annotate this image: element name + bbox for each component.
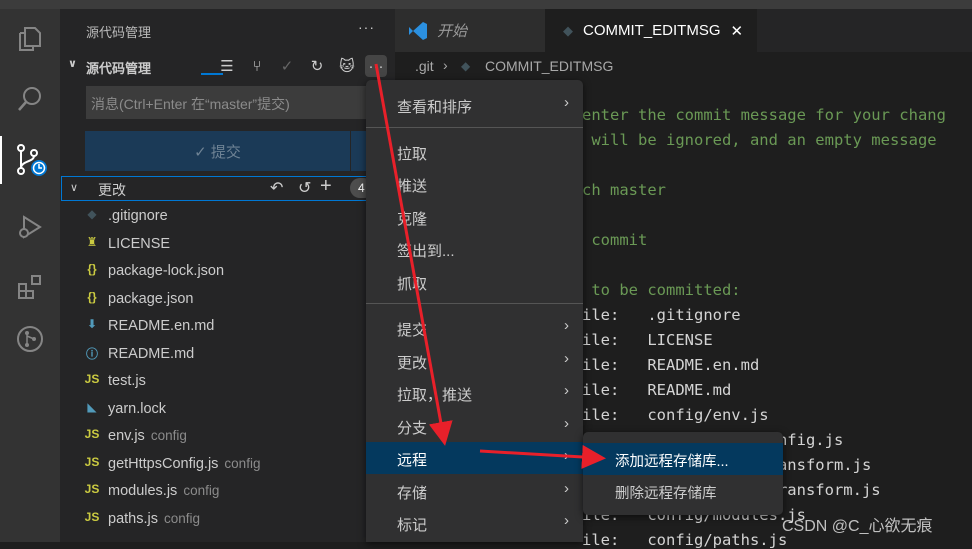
annotation-arrows — [374, 63, 606, 469]
annotation-arrow — [479, 444, 606, 469]
annotation-arrow — [374, 63, 453, 446]
watermark: CSDN @C_心欲无痕 — [782, 518, 933, 535]
